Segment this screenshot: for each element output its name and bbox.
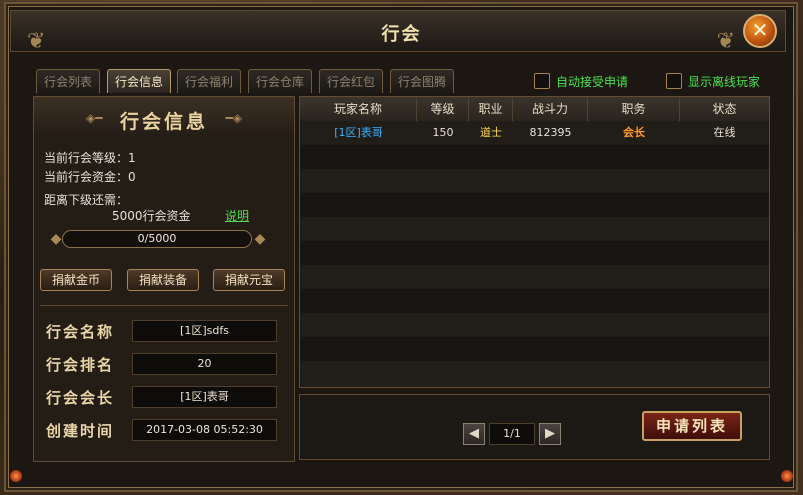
table-row-empty	[300, 265, 769, 289]
show-offline-checkbox[interactable]	[666, 73, 682, 89]
next-level-label: 距离下级还需：	[44, 193, 129, 207]
table-row-empty	[300, 313, 769, 337]
close-button[interactable]: ✕	[743, 14, 777, 48]
guild-info-title: 行会信息	[119, 111, 208, 133]
progress-text: 0/5000	[137, 232, 177, 245]
auto-accept-checkbox[interactable]	[534, 73, 550, 89]
table-row-empty	[300, 169, 769, 193]
created-time-label: 创建时间	[46, 422, 115, 440]
tab-guild-welfare[interactable]: 行会福利	[177, 69, 241, 93]
tab-guild-redpacket[interactable]: 行会红包	[319, 69, 383, 93]
explain-link[interactable]: 说明	[225, 207, 249, 224]
tab-guild-list[interactable]: 行会列表	[36, 69, 100, 93]
auto-accept-label: 自动接受申请	[556, 75, 629, 89]
window-title: 行会	[381, 24, 422, 45]
members-table: 玩家名称 等级 职业 战斗力 职务 状态 [1区]表哥 150 道士 81239…	[299, 96, 770, 388]
panel-divider	[40, 305, 288, 306]
member-title: 会长	[623, 126, 645, 139]
tab-guild-info[interactable]: 行会信息	[107, 69, 171, 93]
table-row-empty	[300, 145, 769, 169]
member-level: 150	[432, 126, 454, 139]
guild-level-text: 当前行会等级：1	[44, 151, 136, 165]
member-class: 道士	[480, 126, 502, 139]
column-header-name[interactable]: 玩家名称	[300, 97, 417, 121]
corner-gem-icon	[10, 470, 22, 482]
tab-guild-totem[interactable]: 行会图腾	[390, 69, 454, 93]
column-header-status[interactable]: 状态	[680, 97, 769, 121]
guild-leader-value: [1区]表哥	[132, 386, 277, 408]
tab-guild-warehouse[interactable]: 行会仓库	[248, 69, 312, 93]
member-power: 812395	[529, 126, 572, 139]
guild-funds-text: 当前行会资金：0	[44, 170, 136, 184]
column-header-class[interactable]: 职业	[469, 97, 513, 121]
header-ornament-right: ━◈	[225, 111, 242, 125]
guild-rank-value: 20	[132, 353, 277, 375]
progress-cap-right-icon: ◆	[254, 231, 266, 247]
next-page-button[interactable]: ▶	[539, 423, 561, 445]
donate-gold-button[interactable]: 捐献金币	[40, 269, 112, 291]
guild-info-panel: ◈━ 行会信息 ━◈ 当前行会等级：1 当前行会资金：0 距离下级还需： 500…	[33, 96, 295, 462]
donate-equipment-button[interactable]: 捐献装备	[127, 269, 199, 291]
column-header-title[interactable]: 职务	[588, 97, 680, 121]
guild-info-header: ◈━ 行会信息 ━◈	[34, 97, 294, 137]
corner-gem-icon	[781, 470, 793, 482]
column-header-power[interactable]: 战斗力	[513, 97, 588, 121]
table-row-empty	[300, 193, 769, 217]
show-offline-label: 显示离线玩家	[688, 75, 761, 89]
next-level-requirement: 5000行会资金	[112, 209, 191, 223]
guild-leader-label: 行会会长	[46, 389, 115, 407]
table-header: 玩家名称 等级 职业 战斗力 职务 状态	[300, 97, 769, 122]
table-row-empty	[300, 361, 769, 387]
table-row-empty	[300, 289, 769, 313]
member-name: [1区]表哥	[334, 126, 383, 139]
donate-yuanbao-button[interactable]: 捐献元宝	[213, 269, 285, 291]
auto-accept-option[interactable]: 自动接受申请	[534, 72, 644, 90]
table-row-empty	[300, 337, 769, 361]
guild-name-label: 行会名称	[46, 323, 115, 341]
table-row-empty	[300, 241, 769, 265]
prev-page-button[interactable]: ◀	[463, 423, 485, 445]
apply-list-button[interactable]: 申请列表	[642, 411, 742, 441]
table-row[interactable]: [1区]表哥 150 道士 812395 会长 在线	[300, 121, 769, 145]
show-offline-option[interactable]: 显示离线玩家	[666, 72, 776, 90]
member-status: 在线	[713, 126, 736, 139]
created-time-value: 2017-03-08 05:52:30	[132, 419, 277, 441]
guild-funds-progress-bar: 0/5000	[62, 230, 252, 248]
page-indicator: 1/1	[489, 423, 535, 445]
table-row-empty	[300, 217, 769, 241]
guild-rank-label: 行会排名	[46, 356, 115, 374]
guild-name-value: [1区]sdfs	[132, 320, 277, 342]
close-icon: ✕	[751, 18, 769, 42]
column-header-level[interactable]: 等级	[417, 97, 469, 121]
